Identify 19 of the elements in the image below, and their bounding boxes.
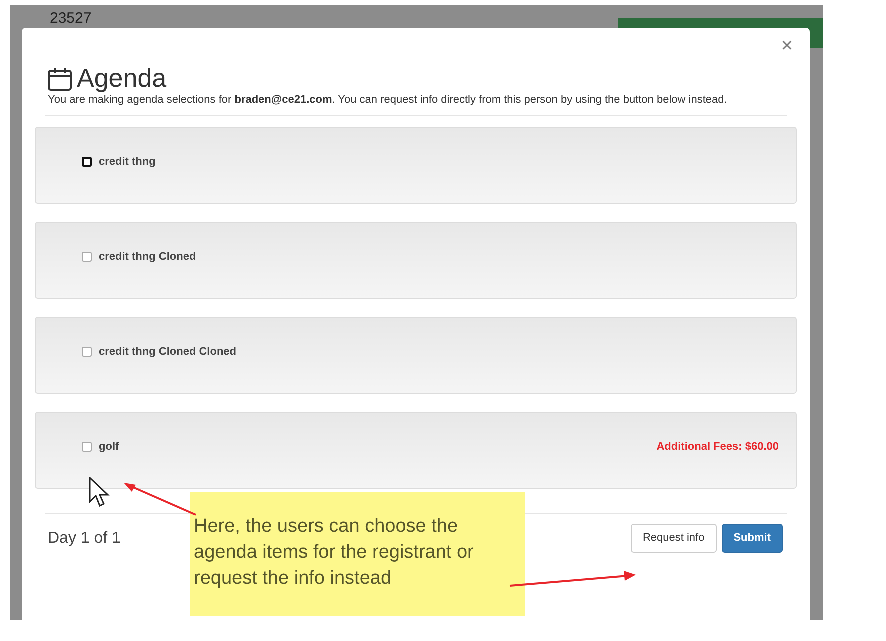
close-button[interactable]: × [781, 36, 793, 56]
calendar-icon [47, 66, 73, 92]
mouse-cursor-icon [89, 477, 111, 509]
day-pager: Day 1 of 1 [48, 528, 121, 548]
fee-label: Additional Fees: $60.00 [656, 440, 779, 455]
submit-button[interactable]: Submit [722, 524, 783, 553]
request-info-button[interactable]: Request info [630, 524, 717, 553]
agenda-item-label: credit thng Cloned [99, 250, 196, 265]
agenda-checkbox[interactable] [82, 157, 92, 167]
annotation-text: Here, the users can choose the agenda items for the registrant or request the info instead [194, 515, 475, 591]
agenda-checkbox[interactable] [82, 442, 92, 452]
record-number: 23527 [50, 9, 92, 29]
dialog-description: You are making agenda selections for braden@ce21.com. You can request info directly from this person by using the button below instead. [48, 93, 728, 108]
agenda-checkbox[interactable] [82, 252, 92, 262]
agenda-item-label: credit thng [99, 155, 156, 170]
agenda-item-label: credit thng Cloned Cloned [99, 345, 236, 360]
agenda-checkbox[interactable] [82, 347, 92, 357]
dialog-title: Agenda [77, 64, 167, 92]
agenda-item-label: golf [99, 440, 120, 455]
